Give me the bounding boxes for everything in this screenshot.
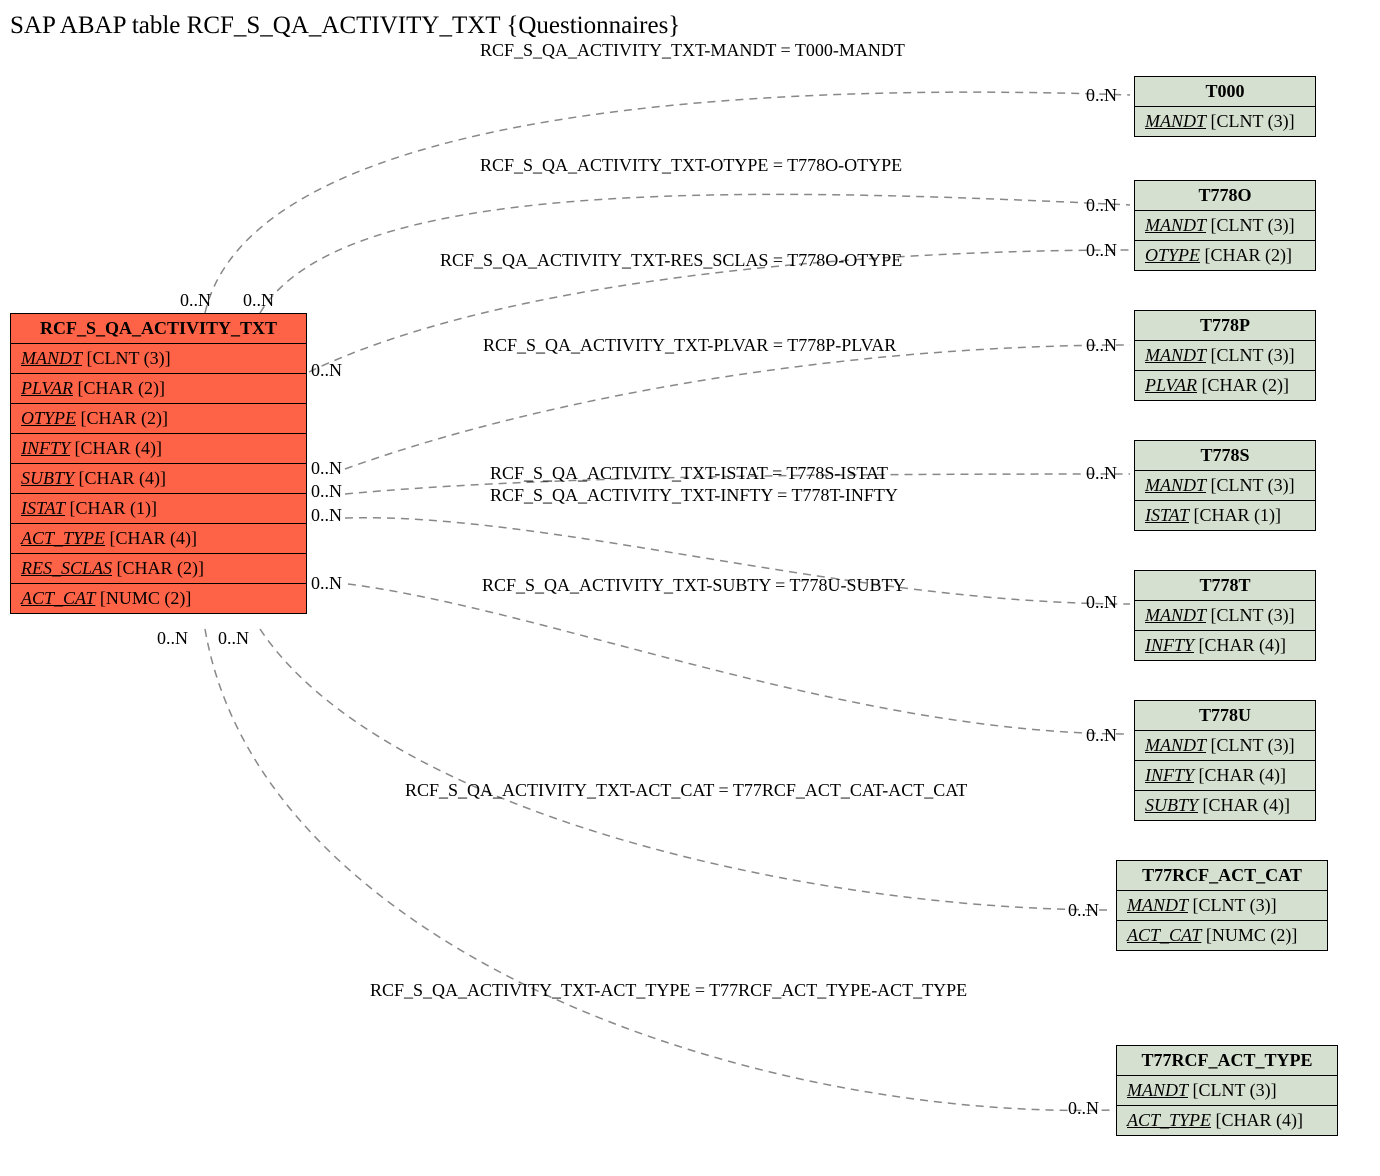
rel-label-istat: RCF_S_QA_ACTIVITY_TXT-ISTAT = T778S-ISTA…: [490, 463, 888, 484]
entity-t778s: T778S MANDT [CLNT (3)] ISTAT [CHAR (1)]: [1134, 440, 1316, 531]
entity-row: SUBTY [CHAR (4)]: [1135, 791, 1315, 820]
entity-row: SUBTY [CHAR (4)]: [11, 464, 306, 494]
entity-row: INFTY [CHAR (4)]: [1135, 761, 1315, 791]
entity-row: MANDT [CLNT (3)]: [1117, 891, 1327, 921]
card-src: 0..N: [157, 628, 188, 649]
rel-label-subty: RCF_S_QA_ACTIVITY_TXT-SUBTY = T778U-SUBT…: [482, 575, 906, 596]
rel-label-act-type: RCF_S_QA_ACTIVITY_TXT-ACT_TYPE = T77RCF_…: [370, 980, 967, 1001]
rel-label-plvar: RCF_S_QA_ACTIVITY_TXT-PLVAR = T778P-PLVA…: [483, 335, 896, 356]
entity-t778t: T778T MANDT [CLNT (3)] INFTY [CHAR (4)]: [1134, 570, 1316, 661]
card-src: 0..N: [180, 290, 211, 311]
entity-row: ISTAT [CHAR (1)]: [1135, 501, 1315, 530]
card-src: 0..N: [218, 628, 249, 649]
entity-row: INFTY [CHAR (4)]: [1135, 631, 1315, 660]
entity-row: MANDT [CLNT (3)]: [11, 344, 306, 374]
card-src: 0..N: [243, 290, 274, 311]
entity-row: MANDT [CLNT (3)]: [1135, 107, 1315, 136]
entity-row: OTYPE [CHAR (2)]: [11, 404, 306, 434]
entity-row: MANDT [CLNT (3)]: [1135, 341, 1315, 371]
entity-row: ACT_CAT [NUMC (2)]: [11, 584, 306, 613]
entity-row: ACT_TYPE [CHAR (4)]: [1117, 1106, 1337, 1135]
card-tgt: 0..N: [1086, 592, 1117, 613]
card-tgt: 0..N: [1068, 900, 1099, 921]
entity-t77rcf-act-type: T77RCF_ACT_TYPE MANDT [CLNT (3)] ACT_TYP…: [1116, 1045, 1338, 1136]
entity-t778o: T778O MANDT [CLNT (3)] OTYPE [CHAR (2)]: [1134, 180, 1316, 271]
page-title: SAP ABAP table RCF_S_QA_ACTIVITY_TXT {Qu…: [10, 12, 680, 40]
entity-t77rcf-act-cat: T77RCF_ACT_CAT MANDT [CLNT (3)] ACT_CAT …: [1116, 860, 1328, 951]
entity-row: MANDT [CLNT (3)]: [1135, 731, 1315, 761]
card-src: 0..N: [311, 481, 342, 502]
entity-row: MANDT [CLNT (3)]: [1117, 1076, 1337, 1106]
card-tgt: 0..N: [1086, 335, 1117, 356]
entity-row: PLVAR [CHAR (2)]: [1135, 371, 1315, 400]
entity-t000: T000 MANDT [CLNT (3)]: [1134, 76, 1316, 137]
card-src: 0..N: [311, 360, 342, 381]
card-src: 0..N: [311, 458, 342, 479]
card-tgt: 0..N: [1086, 463, 1117, 484]
entity-source: RCF_S_QA_ACTIVITY_TXT MANDT [CLNT (3)] P…: [10, 313, 307, 614]
rel-label-res-sclas: RCF_S_QA_ACTIVITY_TXT-RES_SCLAS = T778O-…: [440, 250, 902, 271]
entity-row: RES_SCLAS [CHAR (2)]: [11, 554, 306, 584]
rel-label-infty: RCF_S_QA_ACTIVITY_TXT-INFTY = T778T-INFT…: [490, 485, 898, 506]
rel-label-otype: RCF_S_QA_ACTIVITY_TXT-OTYPE = T778O-OTYP…: [480, 155, 902, 176]
entity-row: INFTY [CHAR (4)]: [11, 434, 306, 464]
entity-t778p: T778P MANDT [CLNT (3)] PLVAR [CHAR (2)]: [1134, 310, 1316, 401]
card-src: 0..N: [311, 573, 342, 594]
card-tgt: 0..N: [1086, 725, 1117, 746]
card-src: 0..N: [311, 505, 342, 526]
card-tgt: 0..N: [1086, 85, 1117, 106]
entity-row: ISTAT [CHAR (1)]: [11, 494, 306, 524]
entity-row: MANDT [CLNT (3)]: [1135, 471, 1315, 501]
card-tgt: 0..N: [1086, 240, 1117, 261]
entity-row: ACT_CAT [NUMC (2)]: [1117, 921, 1327, 950]
entity-t778u: T778U MANDT [CLNT (3)] INFTY [CHAR (4)] …: [1134, 700, 1316, 821]
rel-label-act-cat: RCF_S_QA_ACTIVITY_TXT-ACT_CAT = T77RCF_A…: [405, 780, 967, 801]
entity-row: MANDT [CLNT (3)]: [1135, 601, 1315, 631]
entity-source-name: RCF_S_QA_ACTIVITY_TXT: [11, 314, 306, 344]
entity-row: MANDT [CLNT (3)]: [1135, 211, 1315, 241]
entity-row: OTYPE [CHAR (2)]: [1135, 241, 1315, 270]
card-tgt: 0..N: [1086, 195, 1117, 216]
entity-row: ACT_TYPE [CHAR (4)]: [11, 524, 306, 554]
rel-label-mandt: RCF_S_QA_ACTIVITY_TXT-MANDT = T000-MANDT: [480, 40, 905, 61]
entity-row: PLVAR [CHAR (2)]: [11, 374, 306, 404]
card-tgt: 0..N: [1068, 1098, 1099, 1119]
